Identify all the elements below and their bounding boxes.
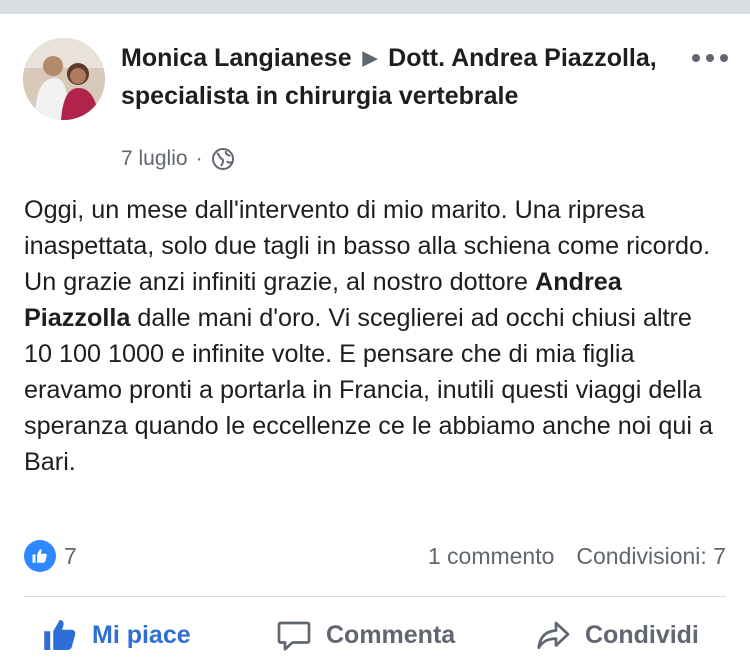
divider (24, 596, 726, 597)
thumbs-up-icon (24, 540, 56, 572)
reactions-bar: 7 1 commento Condivisioni: 7 (24, 536, 726, 576)
action-bar: Mi piace Commenta Condividi (0, 606, 750, 664)
post-date[interactable]: 7 luglio (121, 147, 188, 171)
avatar-photo (23, 38, 105, 120)
speech-bubble-icon (277, 621, 311, 651)
comment-button[interactable]: Commenta (276, 606, 455, 664)
share-count[interactable]: Condivisioni: 7 (576, 543, 726, 570)
comment-button-label: Commenta (326, 620, 456, 649)
share-arrow-icon (537, 621, 570, 650)
more-dot (692, 54, 700, 62)
thumbs-up-icon (44, 620, 76, 650)
more-dot (706, 54, 714, 62)
meta-separator: · (195, 147, 203, 170)
author-avatar[interactable] (23, 38, 105, 120)
like-button-label: Mi piace (92, 620, 191, 649)
post-meta: 7 luglio · (121, 145, 235, 173)
share-button-label: Condividi (585, 620, 699, 649)
more-dot (720, 54, 728, 62)
post-header: Monica Langianese ▶ Dott. Andrea Piazzol… (121, 41, 661, 113)
like-button[interactable]: Mi piace (42, 606, 191, 664)
more-options-icon[interactable] (692, 48, 728, 68)
share-button[interactable]: Condividi (535, 606, 699, 664)
comment-count[interactable]: 1 commento (428, 543, 555, 570)
right-arrow-icon: ▶ (362, 48, 378, 69)
author-name[interactable]: Monica Langianese (121, 44, 352, 72)
post-body: Oggi, un mese dall'intervento di mio mar… (24, 192, 724, 480)
globe-icon (211, 148, 234, 170)
top-separator (0, 0, 750, 14)
like-count[interactable]: 7 (64, 543, 77, 570)
